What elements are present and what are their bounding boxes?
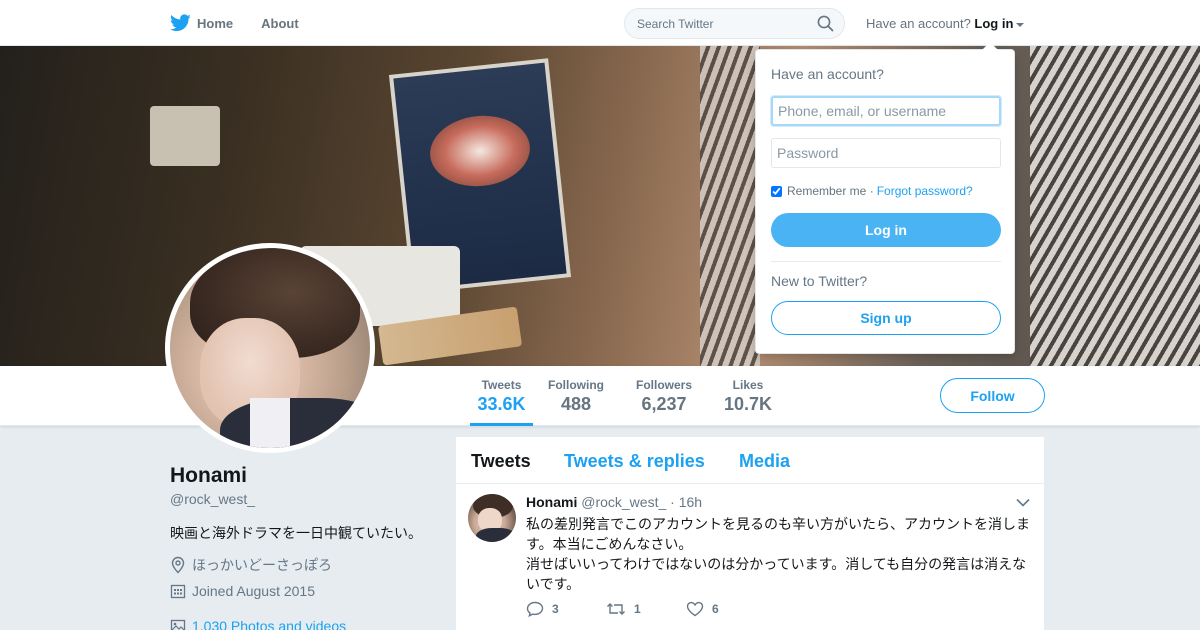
tweet-header: Honami @rock_west_ · 16h	[526, 494, 702, 510]
stat-following-label: Following	[548, 378, 604, 392]
avatar-image	[170, 248, 370, 448]
nav-about[interactable]: About	[261, 16, 299, 31]
caret-down-icon[interactable]	[1016, 22, 1025, 27]
stat-likes-value: 10.7K	[724, 394, 773, 414]
nav-home[interactable]: Home	[170, 14, 233, 32]
chevron-down-icon[interactable]	[1016, 498, 1030, 507]
nav-home-label: Home	[197, 15, 234, 31]
stat-likes-label: Likes	[732, 378, 764, 392]
tweet-avatar[interactable]	[468, 494, 516, 542]
stat-tweets-label: Tweets	[481, 378, 522, 392]
retweet-button[interactable]: 1	[606, 601, 686, 617]
like-button[interactable]: 6	[686, 601, 766, 617]
tab-media[interactable]: Media	[739, 451, 790, 472]
account-prompt-text: Have an account?	[866, 16, 971, 31]
follow-button[interactable]: Follow	[940, 378, 1045, 413]
timeline-tabs: Tweets Tweets & replies Media	[456, 437, 1044, 484]
profile-location-text: ほっかいどーさっぽろ	[192, 557, 332, 573]
banner-striped-fabric	[1030, 46, 1200, 366]
profile-photos-link[interactable]: 1,030 Photos and videos	[170, 618, 346, 630]
tweet-author-name[interactable]: Honami	[526, 494, 577, 510]
search-icon[interactable]	[817, 15, 834, 32]
forgot-password-link[interactable]: Forgot password?	[877, 184, 973, 198]
stat-tweets[interactable]: Tweets 33.6K	[470, 378, 533, 426]
tweet[interactable]: Honami @rock_west_ · 16h 私の差別発言でこのアカウントを…	[456, 484, 1044, 630]
search-box	[624, 8, 845, 39]
divider	[771, 261, 1001, 262]
profile-avatar[interactable]	[165, 243, 375, 453]
tab-tweets[interactable]: Tweets	[471, 451, 531, 472]
tweet-text: 私の差別発言でこのアカウントを見るのも辛い方がいたら、アカウントを消します。本当…	[526, 516, 1030, 592]
banner-striped-sleeve	[700, 46, 760, 366]
reply-icon	[526, 601, 544, 617]
nav-about-label: About	[261, 15, 299, 31]
stat-followers-label: Followers	[636, 378, 693, 392]
profile-bio: 映画と海外ドラマを一日中観ていたい。	[170, 525, 422, 541]
twitter-bird-icon	[170, 14, 191, 32]
new-to-twitter-text: New to Twitter?	[771, 273, 868, 289]
profile-joined: Joined August 2015	[170, 583, 315, 599]
stat-followers[interactable]: Followers 6,237	[636, 378, 692, 415]
stat-tweets-value: 33.6K	[477, 394, 526, 414]
profile-handle[interactable]: @rock_west_	[170, 491, 255, 507]
profile-joined-text: Joined August 2015	[192, 583, 315, 599]
reply-button[interactable]: 3	[526, 601, 606, 617]
remember-me-checkbox[interactable]	[771, 185, 782, 197]
profile-photos-text: 1,030 Photos and videos	[192, 618, 347, 630]
retweet-count: 1	[634, 602, 641, 616]
login-dropdown-title: Have an account?	[771, 66, 884, 82]
remember-me-label[interactable]: Remember me ·	[787, 184, 874, 198]
retweet-icon	[607, 603, 625, 615]
stat-likes[interactable]: Likes 10.7K	[724, 378, 772, 415]
reply-count: 3	[552, 602, 559, 616]
password-field[interactable]	[771, 138, 1001, 168]
login-dropdown: Have an account? Remember me · Forgot pa…	[755, 42, 1015, 354]
heart-icon	[686, 601, 704, 617]
profile-name[interactable]: Honami	[170, 464, 247, 488]
tweet-actions: 3 1 6	[526, 601, 766, 617]
location-pin-icon	[171, 556, 185, 574]
calendar-icon	[170, 584, 186, 599]
banner-napkin	[150, 106, 220, 166]
tab-tweets-replies[interactable]: Tweets & replies	[564, 451, 705, 472]
search-input[interactable]	[625, 9, 815, 38]
top-navigation-bar: Home About Have an account? Log in	[0, 0, 1200, 46]
signup-button[interactable]: Sign up	[771, 301, 1001, 335]
account-prompt: Have an account? Log in	[866, 16, 1025, 31]
stat-following[interactable]: Following 488	[548, 378, 604, 415]
login-submit-button[interactable]: Log in	[771, 213, 1001, 247]
login-toggle[interactable]: Log in	[974, 16, 1013, 31]
timeline: Tweets Tweets & replies Media Honami @ro…	[456, 437, 1044, 630]
like-count: 6	[712, 602, 719, 616]
stat-following-value: 488	[560, 394, 592, 414]
nav-links: Home About	[170, 0, 327, 46]
tweet-timestamp[interactable]: · 16h	[670, 494, 702, 510]
tweet-author-handle[interactable]: @rock_west_	[581, 494, 666, 510]
photo-icon	[170, 619, 186, 630]
remember-row: Remember me · Forgot password?	[771, 184, 973, 198]
profile-location: ほっかいどーさっぽろ	[170, 555, 332, 575]
stat-followers-value: 6,237	[641, 394, 687, 414]
username-field[interactable]	[771, 96, 1001, 126]
